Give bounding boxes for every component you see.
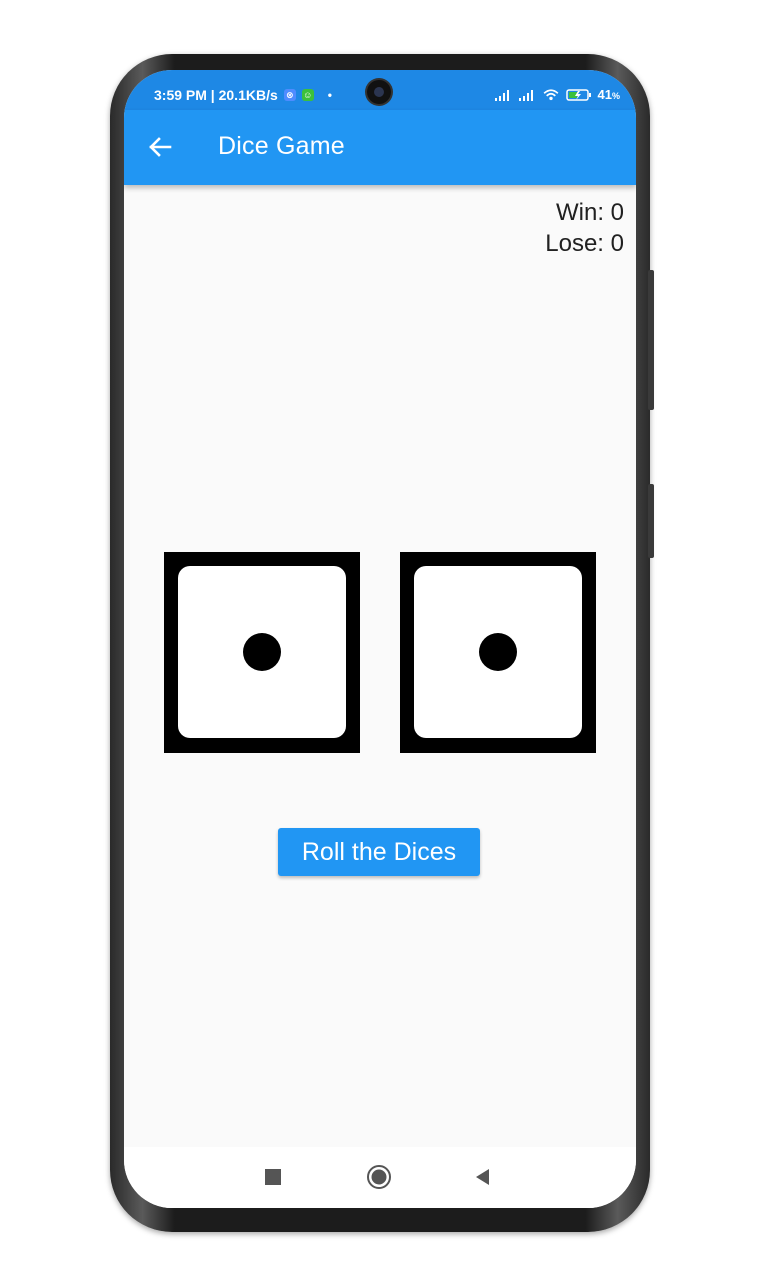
phone-frame: 3:59 PM | 20.1KB/s ⊗ ☺ • 41% Dice Game W…	[110, 54, 654, 1232]
square-icon[interactable]	[260, 1164, 286, 1190]
front-camera	[367, 80, 391, 104]
volume-button	[648, 270, 654, 410]
die-pip	[243, 633, 281, 671]
battery-charging-icon	[565, 88, 591, 101]
lose-count: Lose: 0	[545, 230, 624, 257]
status-time-speed: 3:59 PM | 20.1KB/s	[154, 87, 278, 103]
win-count: Win: 0	[555, 199, 624, 226]
notification-icon: ⊗	[283, 89, 296, 101]
arrow-left-icon[interactable]	[146, 133, 174, 161]
die-2	[400, 552, 596, 753]
die-face	[178, 566, 346, 738]
die-face	[414, 566, 582, 738]
main-content: Win: 0 Lose: 0 Roll the Dices	[124, 185, 636, 1147]
battery-percent: 41%	[597, 87, 620, 102]
wifi-icon	[543, 88, 558, 100]
signal-icon-2	[518, 89, 533, 101]
status-left: 3:59 PM | 20.1KB/s ⊗ ☺ •	[154, 87, 332, 103]
circle-icon[interactable]	[366, 1164, 392, 1190]
signal-icon	[494, 89, 509, 101]
power-button	[648, 484, 654, 558]
status-bar: 3:59 PM | 20.1KB/s ⊗ ☺ • 41%	[124, 70, 636, 110]
dice-row	[164, 552, 596, 753]
die-1	[164, 552, 360, 753]
status-right: 41%	[494, 87, 620, 102]
page-title: Dice Game	[218, 132, 345, 160]
app-bar: Dice Game	[124, 110, 636, 185]
phone-screen: 3:59 PM | 20.1KB/s ⊗ ☺ • 41% Dice Game W…	[124, 70, 636, 1208]
more-notifications-dot: •	[327, 88, 332, 102]
triangle-back-icon[interactable]	[470, 1164, 496, 1190]
page: 3:59 PM | 20.1KB/s ⊗ ☺ • 41% Dice Game W…	[0, 0, 759, 1280]
system-nav-bar	[124, 1147, 636, 1208]
roll-dice-button[interactable]: Roll the Dices	[278, 828, 480, 876]
score-panel: Win: 0 Lose: 0	[545, 197, 624, 259]
die-pip	[479, 633, 517, 671]
app-notification-icon: ☺	[301, 89, 314, 101]
